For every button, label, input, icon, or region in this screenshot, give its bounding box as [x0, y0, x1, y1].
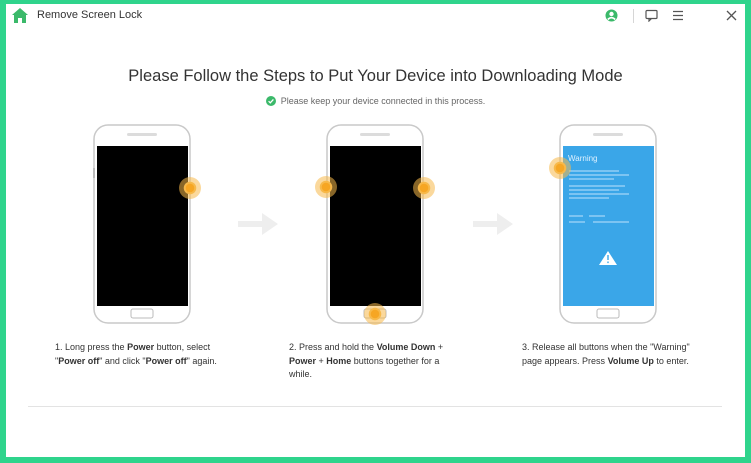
power-button-highlight: [179, 177, 201, 199]
feedback-icon[interactable]: [644, 8, 659, 23]
page-title: Please Follow the Steps to Put Your Devi…: [128, 67, 623, 85]
user-icon[interactable]: [604, 8, 619, 23]
phone-step-2: [326, 124, 424, 324]
home-icon[interactable]: [11, 7, 29, 24]
connection-notice-text: Please keep your device connected in thi…: [280, 96, 486, 106]
phone-step-1: [93, 124, 191, 324]
step-1-text: 1. Long press the Power button, select "…: [55, 342, 217, 366]
app-window: Remove Screen Lock Please Follow the Ste…: [6, 4, 745, 457]
arrow-right-icon: [238, 213, 278, 235]
close-icon[interactable]: [724, 8, 739, 23]
menu-icon[interactable]: [670, 8, 685, 23]
warning-screen-title: Warning: [568, 154, 598, 163]
title-bar: Remove Screen Lock: [6, 4, 745, 28]
connection-notice: Please keep your device connected in thi…: [6, 96, 745, 106]
volume-up-highlight: [549, 157, 571, 179]
check-circle-icon: [265, 96, 276, 106]
arrow-right-icon: [473, 213, 513, 235]
footer-divider: [28, 406, 722, 407]
step-3-text: 3. Release all buttons when the "Warning…: [522, 342, 690, 366]
title-bar-separator: [633, 9, 634, 23]
power-button-highlight: [413, 177, 435, 199]
app-title: Remove Screen Lock: [37, 9, 143, 21]
volume-down-highlight: [315, 176, 337, 198]
step-2-text: 2. Press and hold the Volume Down + Powe…: [289, 342, 444, 379]
home-button-highlight: [364, 303, 386, 325]
